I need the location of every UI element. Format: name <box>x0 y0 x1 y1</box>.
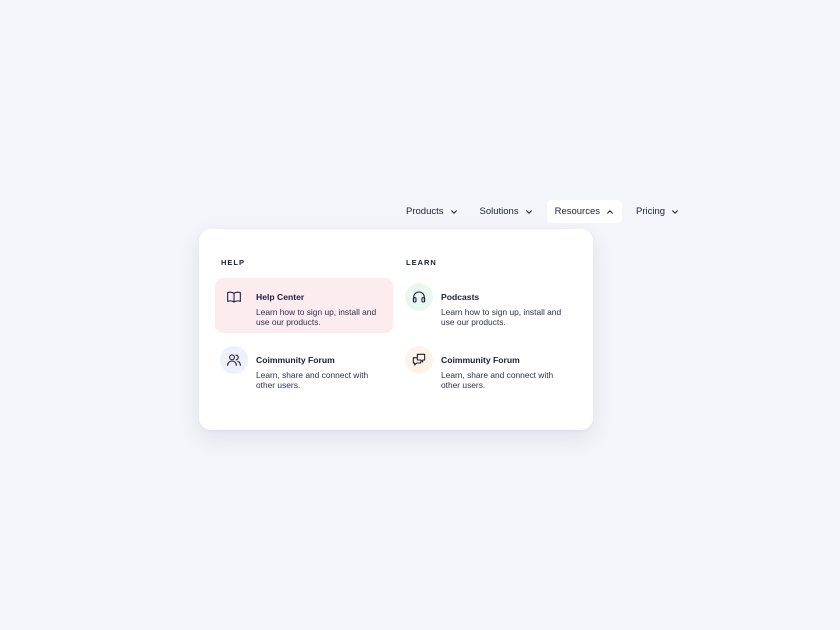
nav-item-label: Resources <box>554 206 601 217</box>
resources-dropdown: HELP Help Center Learn how to sign up, i… <box>199 229 593 430</box>
menu-item-description: Learn, share and connect with other user… <box>441 370 554 390</box>
page: Products Solutions Resources Pricing HEL… <box>0 0 840 630</box>
menu-item-community-forum-help[interactable]: Coimmunity Forum Learn, share and connec… <box>215 341 393 396</box>
menu-item-title: Podcasts <box>441 292 480 302</box>
headphones-icon <box>405 283 433 311</box>
chat-bubbles-icon <box>405 346 433 374</box>
menu-item-podcasts[interactable]: Podcasts Learn how to sign up, install a… <box>400 278 578 333</box>
nav-item-label: Solutions <box>479 206 519 217</box>
nav-item-label: Products <box>406 206 444 217</box>
section-title-learn: LEARN <box>406 258 437 267</box>
top-nav: Products Solutions Resources Pricing <box>398 200 687 223</box>
menu-item-title: Coimmunity Forum <box>441 355 520 365</box>
chevron-down-icon <box>450 209 457 214</box>
menu-item-title: Help Center <box>256 292 305 302</box>
menu-item-community-forum-learn[interactable]: Coimmunity Forum Learn, share and connec… <box>400 341 578 396</box>
chevron-up-icon <box>607 209 613 214</box>
chevron-down-icon <box>525 209 532 214</box>
section-title-help: HELP <box>221 258 246 267</box>
menu-item-help-center[interactable]: Help Center Learn how to sign up, instal… <box>215 278 393 333</box>
menu-item-description: Learn how to sign up, install and use ou… <box>441 307 562 327</box>
nav-item-products[interactable]: Products <box>398 200 466 223</box>
menu-item-description: Learn, share and connect with other user… <box>256 370 369 390</box>
nav-item-pricing[interactable]: Pricing <box>628 200 687 223</box>
menu-item-title: Coimmunity Forum <box>256 355 335 365</box>
menu-item-description: Learn how to sign up, install and use ou… <box>256 307 377 327</box>
nav-item-label: Pricing <box>636 206 666 217</box>
users-icon <box>220 346 248 374</box>
nav-item-solutions[interactable]: Solutions <box>472 200 541 223</box>
book-icon <box>220 283 248 311</box>
nav-item-resources[interactable]: Resources <box>546 200 623 223</box>
chevron-down-icon <box>672 209 678 214</box>
